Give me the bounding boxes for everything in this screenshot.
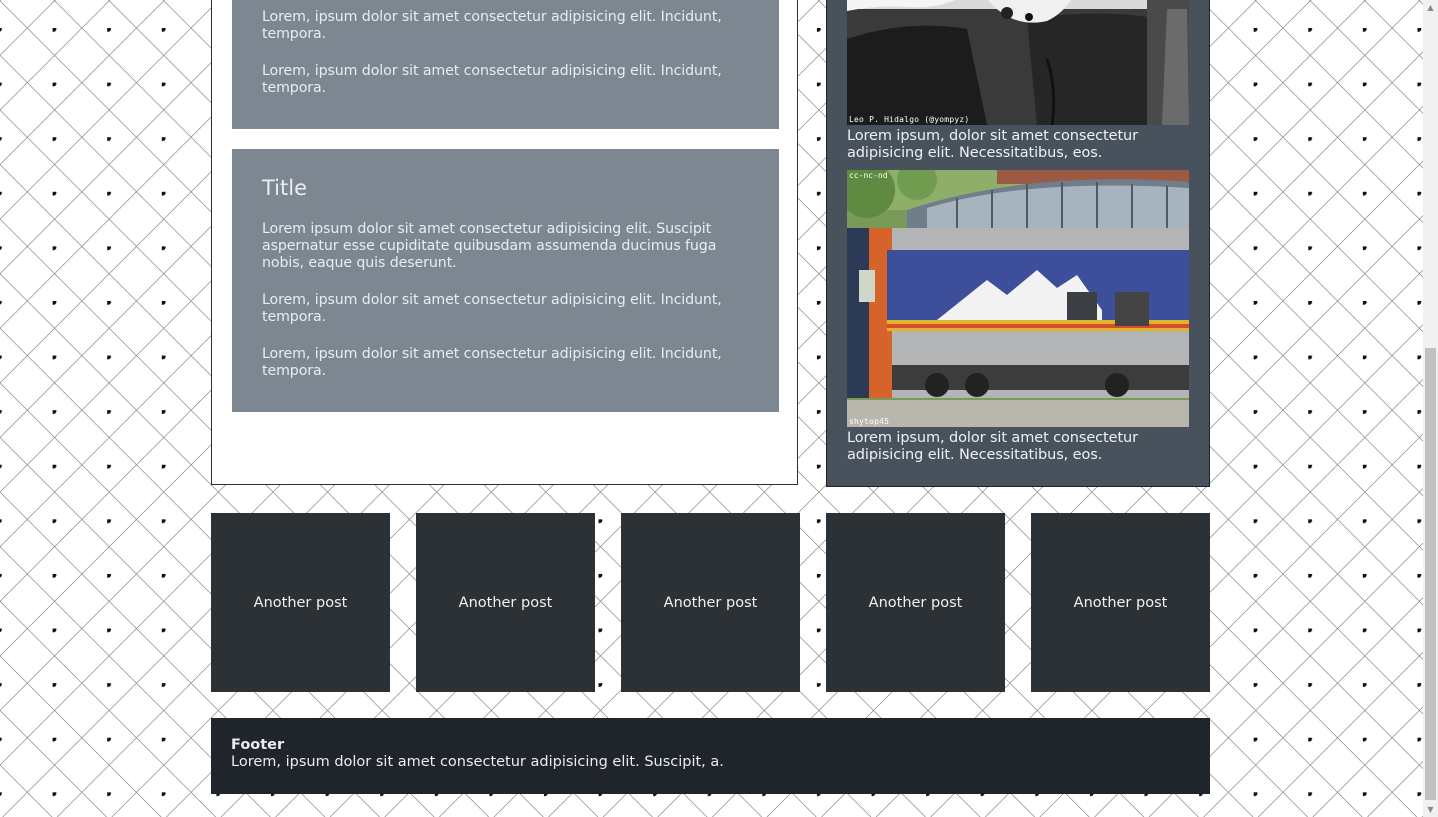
scroll-down-arrow-icon[interactable]: ▼ [1423, 802, 1438, 817]
photo-credit: Leo P. Hidalgo (@yompyz) [849, 115, 970, 124]
card-paragraph: Lorem ipsum dolor sit amet consectetur a… [262, 221, 717, 271]
post-tile[interactable]: Another post [826, 513, 1005, 692]
footer-text: Lorem, ipsum dolor sit amet consectetur … [231, 754, 724, 770]
card-paragraph: Lorem, ipsum dolor sit amet consectetur … [262, 63, 722, 96]
card-paragraph: Lorem, ipsum dolor sit amet consectetur … [262, 346, 722, 379]
post-tile[interactable]: Another post [621, 513, 800, 692]
card-paragraph: Lorem, ipsum dolor sit amet consectetur … [262, 292, 722, 325]
scrollbar-thumb[interactable] [1425, 348, 1436, 800]
train-photo-image [847, 170, 1189, 427]
photo-caption: Lorem ipsum, dolor sit amet consectetur … [847, 128, 1138, 161]
post-tile[interactable]: Another post [211, 513, 390, 692]
post-label: Another post [1073, 594, 1168, 611]
photo-caption: Lorem ipsum, dolor sit amet consectetur … [847, 430, 1138, 463]
page-scrollbar[interactable]: ▲ ▼ [1423, 0, 1438, 817]
photo-train: cc-nc-nd shytop45 [847, 170, 1189, 427]
photo-credit: cc-nc-nd [849, 171, 888, 180]
post-tile[interactable]: Another post [1031, 513, 1210, 692]
post-label: Another post [868, 594, 963, 611]
scroll-up-arrow-icon[interactable]: ▲ [1423, 0, 1438, 15]
photo-black-white: Leo P. Hidalgo (@yompyz) [847, 0, 1189, 125]
footer-title: Footer [231, 737, 285, 753]
card-title: Title [262, 176, 308, 200]
main-column: Lorem, ipsum dolor sit amet consectetur … [211, 0, 798, 485]
cat-photo-image [847, 0, 1189, 125]
article-card: Title Lorem ipsum dolor sit amet consect… [232, 149, 779, 412]
post-tile[interactable]: Another post [416, 513, 595, 692]
article-card: Lorem, ipsum dolor sit amet consectetur … [232, 0, 779, 129]
post-label: Another post [253, 594, 348, 611]
sidebar: Leo P. Hidalgo (@yompyz) Lorem ipsum, do… [826, 0, 1210, 487]
post-label: Another post [458, 594, 553, 611]
photo-credit: shytop45 [849, 417, 890, 426]
post-label: Another post [663, 594, 758, 611]
card-paragraph: Lorem, ipsum dolor sit amet consectetur … [262, 9, 722, 42]
footer: Footer Lorem, ipsum dolor sit amet conse… [211, 718, 1210, 794]
